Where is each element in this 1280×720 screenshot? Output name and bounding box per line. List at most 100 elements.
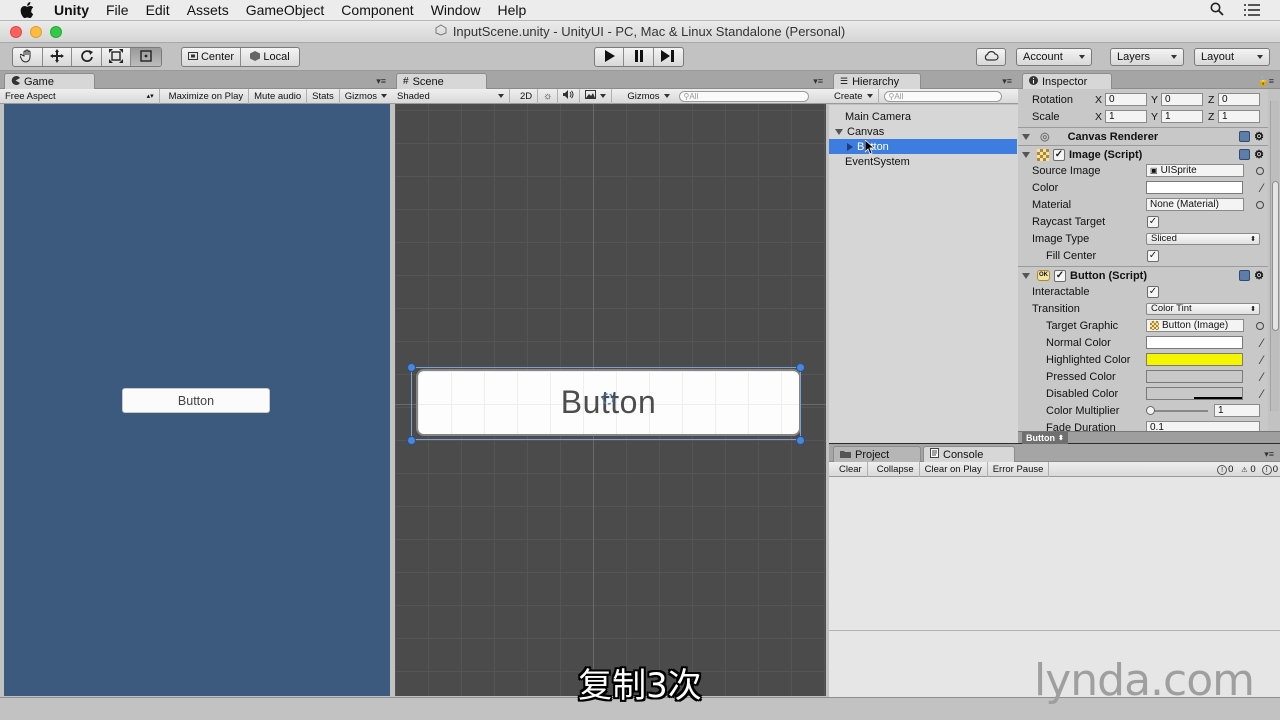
panel-menu-icon[interactable]: ▾≡ — [813, 76, 823, 87]
normal-color-swatch[interactable] — [1146, 336, 1243, 349]
gear-icon[interactable]: ⚙ — [1254, 130, 1264, 143]
console-collapse-toggle[interactable]: Collapse — [872, 461, 920, 477]
expand-triangle-icon[interactable] — [1022, 133, 1030, 140]
eyedropper-icon[interactable]: ⁄ — [1261, 353, 1263, 367]
console-clear-button[interactable]: Clear — [834, 461, 868, 477]
layout-dropdown[interactable]: Layout — [1194, 48, 1270, 66]
pause-button[interactable] — [624, 48, 654, 66]
scrollbar-thumb[interactable] — [1272, 181, 1279, 331]
eyedropper-icon[interactable]: ⁄ — [1261, 336, 1263, 350]
layers-dropdown[interactable]: Layers — [1110, 48, 1184, 66]
menu-gameobject[interactable]: GameObject — [246, 2, 325, 18]
object-picker-icon[interactable] — [1256, 321, 1264, 330]
object-picker-icon[interactable] — [1256, 166, 1264, 175]
move-tool-button[interactable] — [43, 48, 73, 66]
scale-y-field[interactable]: 1 — [1161, 110, 1203, 123]
scene-search-input[interactable]: ⚲ All — [678, 90, 809, 102]
color-swatch[interactable] — [1146, 181, 1243, 194]
button-script-header[interactable]: OK ✓ Button (Script) ⚙ — [1018, 266, 1268, 284]
pressed-color-swatch[interactable] — [1146, 370, 1243, 383]
help-book-icon[interactable] — [1239, 149, 1251, 160]
hierarchy-search-input[interactable]: ⚲ All — [883, 90, 1002, 102]
menu-file[interactable]: File — [106, 2, 129, 18]
panel-menu-icon[interactable]: ▾≡ — [376, 76, 386, 87]
eyedropper-icon[interactable]: ⁄ — [1261, 370, 1263, 384]
color-multiplier-slider-track[interactable] — [1150, 410, 1208, 412]
account-dropdown[interactable]: Account — [1016, 48, 1092, 66]
expand-triangle-icon[interactable] — [1022, 272, 1030, 279]
spotlight-search-icon[interactable] — [1210, 2, 1224, 19]
disabled-color-swatch[interactable] — [1146, 387, 1243, 400]
transition-dropdown[interactable]: Color Tint ⬍ — [1146, 302, 1260, 315]
rotate-tool-button[interactable] — [72, 48, 102, 66]
eyedropper-icon[interactable]: ⁄ — [1261, 181, 1263, 195]
rotation-x-field[interactable]: 0 — [1105, 93, 1147, 106]
scene-gizmos-dropdown[interactable]: Gizmos — [622, 89, 674, 104]
step-button[interactable] — [654, 48, 683, 66]
menu-app-unity[interactable]: Unity — [54, 2, 89, 18]
apple-icon[interactable] — [20, 1, 40, 19]
panel-menu-icon[interactable]: ▾≡ — [1264, 449, 1274, 460]
tab-scene[interactable]: # Scene — [396, 73, 487, 89]
maximize-on-play-toggle[interactable]: Maximize on Play — [164, 88, 250, 104]
image-script-header[interactable]: ✓ Image (Script) ⚙ — [1018, 145, 1268, 163]
expand-triangle-icon[interactable] — [1022, 151, 1030, 158]
rect-handle-bottom-right[interactable] — [796, 436, 805, 445]
effects-dropdown[interactable] — [580, 88, 613, 104]
source-image-field[interactable]: ▣ UISprite — [1146, 164, 1244, 177]
console-clear-on-play-toggle[interactable]: Clear on Play — [920, 461, 988, 477]
shading-dropdown[interactable]: Shaded — [392, 88, 510, 104]
tab-project[interactable]: Project — [833, 446, 921, 462]
error-counter[interactable]: ! 0 — [1261, 464, 1278, 476]
menu-assets[interactable]: Assets — [187, 2, 229, 18]
object-picker-icon[interactable] — [1256, 200, 1264, 209]
menu-window[interactable]: Window — [431, 2, 481, 18]
interactable-checkbox[interactable]: ✓ — [1147, 285, 1159, 298]
game-gizmos-dropdown[interactable]: Gizmos — [340, 89, 392, 104]
lock-icon[interactable]: 🔒≡ — [1258, 76, 1274, 87]
target-graphic-field[interactable]: Button (Image) — [1146, 319, 1244, 332]
canvas-renderer-header[interactable]: ◎ Canvas Renderer ⚙ — [1018, 127, 1268, 145]
menu-component[interactable]: Component — [341, 2, 413, 18]
info-counter[interactable]: ! 0 — [1217, 464, 1233, 476]
fill-center-checkbox[interactable]: ✓ — [1147, 249, 1159, 262]
game-ui-button[interactable]: Button — [122, 388, 270, 413]
mode-2d-toggle[interactable]: 2D — [515, 88, 539, 104]
scene-viewport[interactable]: Button — [395, 104, 826, 696]
tab-game[interactable]: Game — [4, 73, 95, 89]
color-multiplier-field[interactable]: 1 — [1214, 404, 1260, 417]
hierarchy-item-canvas[interactable]: Canvas — [829, 124, 1018, 139]
zoom-window-button[interactable] — [50, 26, 62, 38]
cloud-services-button[interactable] — [976, 48, 1006, 66]
audio-toggle[interactable] — [558, 88, 581, 104]
gear-icon[interactable]: ⚙ — [1254, 148, 1264, 161]
stats-toggle[interactable]: Stats — [307, 88, 340, 104]
aspect-dropdown[interactable]: Free Aspect ▴▾ — [0, 88, 160, 104]
rect-handle-bottom-left[interactable] — [407, 436, 416, 445]
game-viewport[interactable]: Button — [4, 104, 390, 696]
color-multiplier-slider-thumb[interactable] — [1146, 406, 1155, 415]
rect-handle-top-left[interactable] — [407, 363, 416, 372]
scale-tool-button[interactable] — [102, 48, 132, 66]
image-enabled-checkbox[interactable]: ✓ — [1053, 148, 1065, 161]
material-field[interactable]: None (Material) — [1146, 198, 1244, 211]
menu-help[interactable]: Help — [497, 2, 526, 18]
pivot-center-button[interactable]: Center — [182, 48, 241, 66]
mute-audio-toggle[interactable]: Mute audio — [249, 88, 308, 104]
highlighted-color-swatch[interactable] — [1146, 353, 1243, 366]
rect-tool-button[interactable] — [131, 48, 161, 66]
rotation-y-field[interactable]: 0 — [1161, 93, 1203, 106]
play-button[interactable] — [595, 48, 625, 66]
minimize-window-button[interactable] — [30, 26, 42, 38]
scale-x-field[interactable]: 1 — [1105, 110, 1147, 123]
rotation-z-field[interactable]: 0 — [1218, 93, 1260, 106]
help-book-icon[interactable] — [1239, 131, 1251, 142]
help-book-icon[interactable] — [1239, 270, 1251, 281]
lighting-toggle[interactable]: ☼ — [538, 88, 559, 104]
hierarchy-item-eventsystem[interactable]: EventSystem — [829, 154, 1018, 169]
tab-console[interactable]: Console — [923, 446, 1015, 462]
tab-hierarchy[interactable]: ☰ Hierarchy — [833, 73, 921, 89]
panel-menu-icon[interactable]: ▾≡ — [1002, 76, 1012, 87]
tab-inspector[interactable]: Inspector — [1022, 73, 1112, 89]
pivot-icon[interactable] — [600, 391, 616, 410]
